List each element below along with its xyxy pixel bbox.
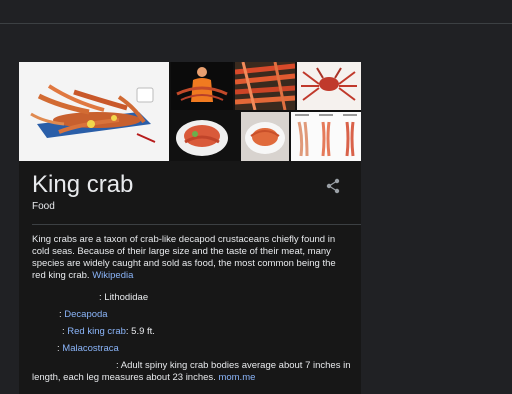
wikipedia-link[interactable]: Wikipedia [92, 270, 133, 281]
image-crab-legs-pile[interactable] [235, 62, 295, 110]
mom-me-link[interactable]: mom.me [218, 372, 255, 383]
fact-size: : Red king crab: 5.9 ft. [62, 326, 155, 338]
fact-size-value: : 5.9 ft. [125, 326, 155, 337]
fact-family-value: Lithodidae [104, 292, 149, 303]
decapoda-link[interactable]: Decapoda [64, 309, 107, 320]
share-icon [326, 178, 340, 194]
share-button[interactable] [324, 177, 342, 195]
image-crab-dinner-plate[interactable] [171, 112, 233, 161]
steamed-crab-image [241, 112, 289, 161]
fisherman-image [171, 62, 233, 110]
description-text: King crabs are a taxon of crab-like deca… [32, 234, 336, 281]
image-gallery[interactable] [19, 62, 361, 161]
crab-dinner-image [171, 112, 233, 161]
knowledge-panel: King crab Food King crabs are a taxon of… [19, 62, 361, 394]
whole-crab-image [297, 62, 361, 110]
fact-length: : Adult spiny king crab bodies average a… [32, 360, 352, 384]
image-whole-crab[interactable] [297, 62, 361, 110]
fact-class: : Malacostraca [57, 343, 119, 355]
entity-category: Food [32, 201, 55, 212]
entity-description: King crabs are a taxon of crab-like deca… [32, 234, 350, 282]
fact-order: : Decapoda [59, 309, 108, 321]
divider [32, 224, 361, 225]
entity-title: King crab [32, 171, 134, 198]
image-steamed-crab[interactable] [241, 112, 289, 161]
malacostraca-link[interactable]: Malacostraca [62, 343, 119, 354]
image-king-crab-platter[interactable] [19, 62, 169, 161]
fact-family: : Lithodidae [99, 292, 148, 304]
species-chart-image [291, 112, 361, 161]
crab-legs-image [235, 62, 295, 110]
image-fisherman-with-crab[interactable] [171, 62, 233, 110]
image-crab-species-chart[interactable] [291, 112, 361, 161]
fact-length-separator: : [116, 360, 121, 371]
top-bar [0, 0, 512, 24]
red-king-crab-link[interactable]: Red king crab [67, 326, 126, 337]
crab-platter-image [19, 62, 169, 161]
